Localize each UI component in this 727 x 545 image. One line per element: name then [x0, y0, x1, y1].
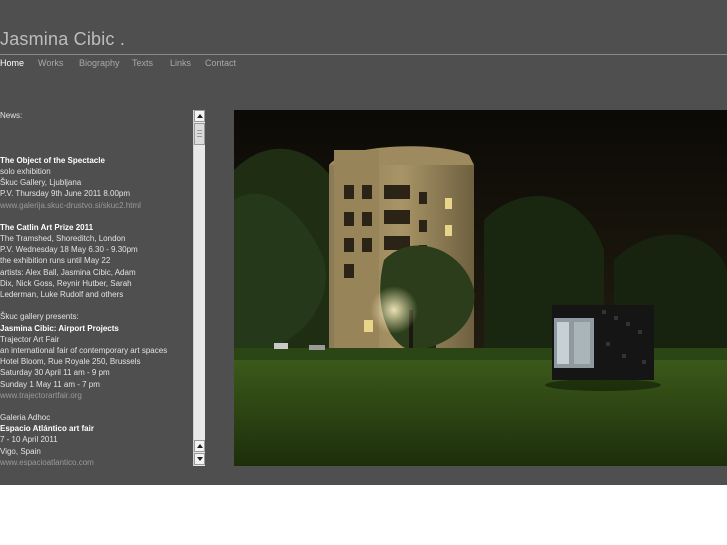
news-entry-line: P.V. Thursday 9th June 2011 8.00pm [0, 189, 131, 199]
nav-home[interactable]: Home [0, 58, 24, 68]
news-entry-line: 7 - 10 April 2011 [0, 435, 58, 445]
news-scrollbar[interactable] [193, 110, 205, 466]
news-entry-line: Dix, Nick Goss, Reynir Hutber, Sarah [0, 278, 132, 288]
night-building-image [234, 110, 727, 466]
news-entry: The Catlin Art Prize 2011 The Tramshed, … [0, 222, 191, 300]
news-entry-title: Espacio Atlántico art fair [0, 424, 94, 434]
news-entry-link[interactable]: www.trajectorartfair.org [0, 390, 191, 401]
news-entry-link[interactable]: www.espacioatlantico.com [0, 457, 191, 466]
news-entry-title: Jasmina Cibic: Airport Projects [0, 323, 119, 333]
scroll-up-button-lower[interactable] [194, 440, 205, 452]
news-entry-line: an international fair of contemporary ar… [0, 345, 168, 355]
news-entry-line: Hotel Bloom, Rue Royale 250, Brussels [0, 357, 141, 367]
news-entry: The Object of the Spectacle solo exhibit… [0, 155, 191, 211]
news-entry-line: P.V. Wednesday 18 May 6.30 - 9.30pm [0, 245, 138, 255]
featured-artwork-photo [234, 110, 727, 466]
news-entry-link[interactable]: www.galerija.skuc-drustvo.si/skuc2.html [0, 200, 191, 211]
news-entry: Galeria Adhoc Espacio Atlántico art fair… [0, 412, 191, 466]
news-entry-title: The Catlin Art Prize 2011 [0, 222, 94, 232]
news-entry-line: artists: Alex Ball, Jasmina Cibic, Adam [0, 267, 136, 277]
scroll-thumb[interactable] [194, 123, 205, 145]
news-entry-line: Lederman, Luke Rudolf and others [0, 290, 124, 299]
news-entry-line: solo exhibition [0, 166, 51, 176]
page-panel: Jasmina Cibic . Home Works Biography Tex… [0, 0, 727, 485]
arrow-down-icon [197, 457, 203, 461]
news-entry-title: The Object of the Spectacle [0, 155, 105, 165]
news-entry: Škuc gallery presents: Jasmina Cibic: Ai… [0, 311, 191, 401]
news-entry-line: Vigo, Spain [0, 446, 41, 456]
site-title: Jasmina Cibic . [0, 29, 126, 49]
nav-works[interactable]: Works [38, 58, 63, 68]
arrow-up-icon [197, 114, 203, 118]
title-divider [0, 54, 727, 55]
scroll-up-button[interactable] [194, 110, 205, 122]
news-entry-intro: Škuc gallery presents: [0, 312, 79, 322]
scroll-down-button[interactable] [194, 453, 205, 465]
news-entry-line: Sunday 1 May 11 am - 7 pm [0, 379, 100, 389]
nav-texts[interactable]: Texts [132, 58, 153, 68]
news-entry-line: Škuc Gallery, Ljubljana [0, 178, 82, 188]
news-panel[interactable]: News: The Object of the Spectacle solo e… [0, 110, 191, 466]
arrow-up-icon [197, 444, 203, 448]
news-heading: News: [0, 111, 23, 120]
news-entry-line: The Tramshed, Shoreditch, London [0, 234, 126, 244]
nav-contact[interactable]: Contact [205, 58, 236, 68]
news-entry-line: Saturday 30 April 11 am - 9 pm [0, 368, 110, 378]
nav-links[interactable]: Links [170, 58, 191, 68]
news-entry-intro: Galeria Adhoc [0, 413, 51, 423]
news-entry-line: the exhibition runs until May 22 [0, 256, 111, 266]
news-entry-line: Trajector Art Fair [0, 334, 60, 344]
nav-biography[interactable]: Biography [79, 58, 120, 68]
